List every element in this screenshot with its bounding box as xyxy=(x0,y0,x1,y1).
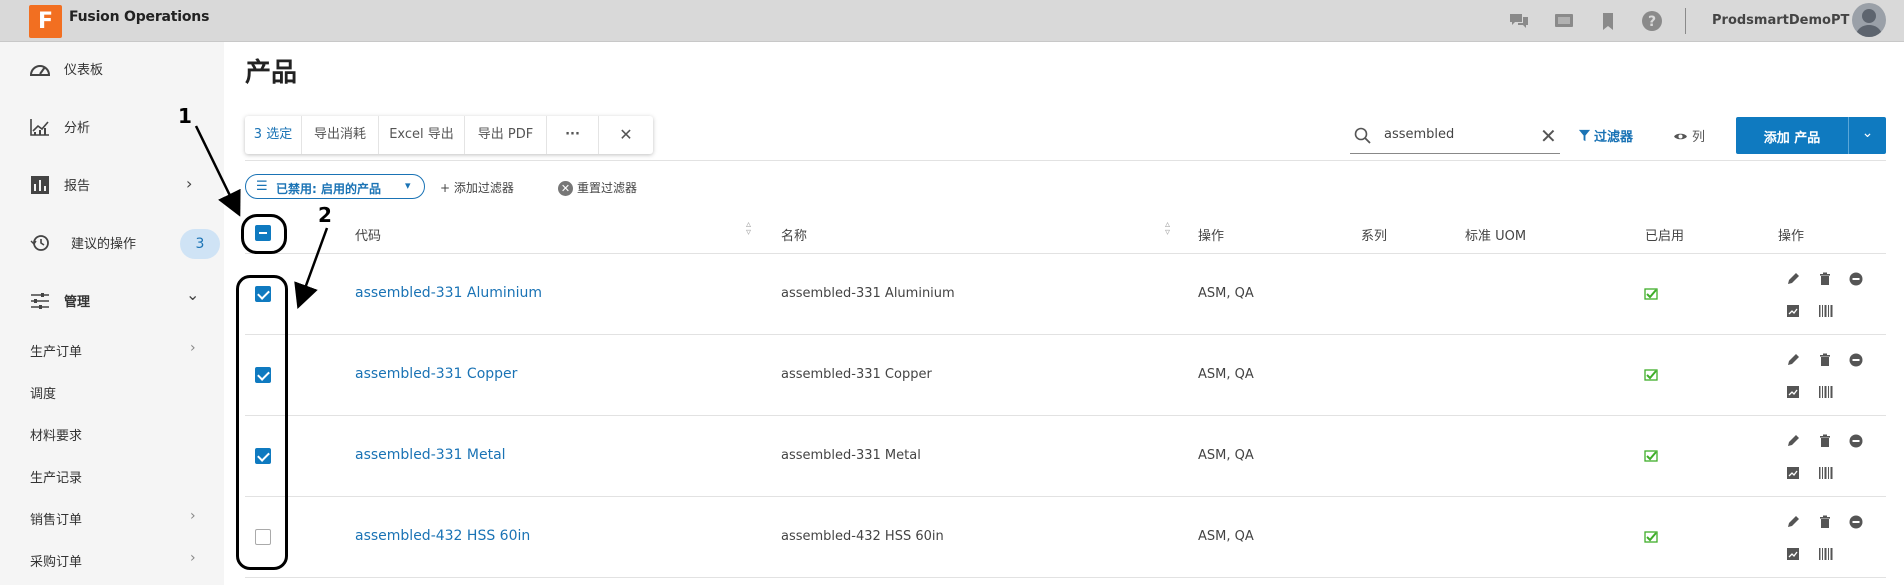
annotation-circle-select-all xyxy=(241,214,287,254)
annotation-box-row-checkboxes xyxy=(236,275,288,570)
